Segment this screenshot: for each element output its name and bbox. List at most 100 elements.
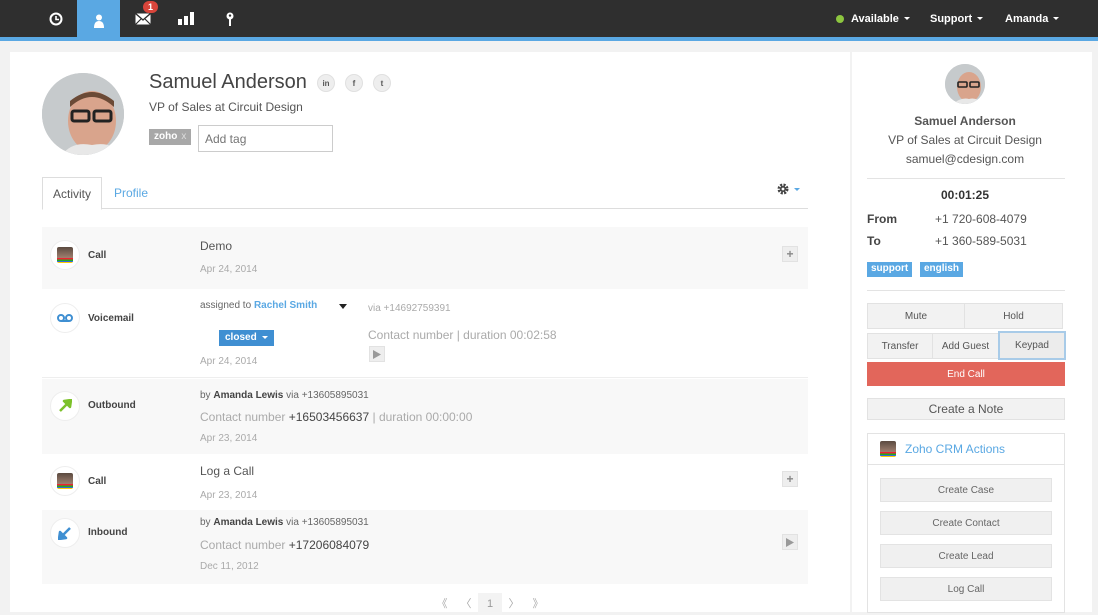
from-label: From (867, 212, 897, 226)
contact-label: Contact number (200, 410, 286, 424)
nav-reports[interactable] (164, 0, 207, 37)
activity-type: Outbound (88, 400, 136, 411)
from-number: +1 720-608-4079 (935, 212, 1027, 226)
contact-title: VP of Sales at Circuit Design (149, 100, 303, 114)
contact-name: Samuel Anderson (149, 71, 307, 93)
end-call-button[interactable]: End Call (867, 362, 1065, 386)
play-icon[interactable] (782, 534, 798, 550)
person-icon (93, 14, 104, 28)
outbound-arrow-icon (50, 391, 80, 421)
activity-row[interactable]: Voicemail assigned to Rachel Smith via +… (42, 289, 808, 378)
call-panel: Samuel Anderson VP of Sales at Circuit D… (852, 52, 1092, 613)
add-tag-input[interactable] (198, 125, 333, 152)
crm-title: Zoho CRM Actions (905, 442, 1006, 456)
activity-row[interactable]: Outbound by Amanda Lewis via +1360589503… (42, 379, 808, 454)
pin-icon (226, 12, 233, 26)
activity-row[interactable]: Call Log a Call Apr 23, 2014 + (42, 454, 808, 510)
transfer-button[interactable]: Transfer (867, 333, 933, 359)
activity-title: Demo (200, 239, 233, 253)
assignment: assigned to Rachel Smith (200, 300, 317, 311)
twitter-icon[interactable]: t (373, 74, 391, 92)
via-number: via +13605895031 (286, 390, 369, 401)
tab-profile[interactable]: Profile (104, 177, 158, 209)
nav-history[interactable] (34, 0, 77, 37)
activity-type: Call (88, 476, 107, 487)
caller-avatar (945, 64, 985, 104)
create-contact-button[interactable]: Create Contact (880, 511, 1052, 535)
activity-title: Log a Call (200, 464, 255, 478)
create-note-button[interactable]: Create a Note (867, 398, 1065, 420)
tab-activity[interactable]: Activity (42, 177, 103, 210)
divider (867, 290, 1065, 291)
activity-row[interactable]: Inbound by Amanda Lewis via +13605895031… (42, 510, 808, 584)
call-app-icon (50, 240, 80, 270)
agent-info: by Amanda Lewis via +13605895031 (200, 517, 369, 528)
nav-location[interactable] (208, 0, 251, 37)
avatar-photo-icon (945, 64, 985, 104)
log-call-button[interactable]: Log Call (880, 577, 1052, 601)
caret-down-icon (1053, 17, 1060, 20)
user-dropdown[interactable]: Amanda (1005, 0, 1060, 37)
caret-down-icon (794, 187, 800, 191)
assignee-dropdown-icon[interactable] (339, 304, 347, 309)
support-dropdown[interactable]: Support (930, 0, 984, 37)
via-number: via +14692759391 (368, 303, 451, 314)
crm-actions-panel: Zoho CRM Actions Create Case Create Cont… (867, 433, 1065, 613)
activity-type: Inbound (88, 527, 128, 538)
contact-duration: Contact number | duration 00:02:58 (368, 328, 557, 342)
activity-date: Apr 23, 2014 (200, 433, 258, 444)
accent-bar (0, 37, 1098, 41)
nav-contact[interactable] (77, 0, 120, 41)
activity-date: Dec 11, 2012 (200, 561, 259, 572)
settings-dropdown[interactable] (777, 183, 800, 195)
voicemail-icon (50, 303, 80, 333)
linkedin-icon[interactable]: in (317, 74, 335, 92)
activity-date: Apr 23, 2014 (200, 490, 258, 501)
play-icon[interactable] (369, 346, 385, 362)
caret-down-icon (261, 335, 268, 339)
to-label: To (867, 234, 881, 248)
main-panel: Samuel Anderson in f t VP of Sales at Ci… (10, 52, 850, 615)
create-lead-button[interactable]: Create Lead (880, 544, 1052, 568)
gear-icon (777, 183, 789, 195)
caret-down-icon (977, 17, 984, 20)
activity-row[interactable]: Call Demo Apr 24, 2014 + (42, 227, 808, 289)
agent-info: by Amanda Lewis via +13605895031 (200, 390, 369, 401)
status-dropdown[interactable]: Available (836, 0, 910, 37)
contact-avatar (42, 73, 124, 155)
hold-button[interactable]: Hold (964, 303, 1063, 329)
bar-chart-icon (177, 12, 194, 25)
inbound-arrow-icon (50, 518, 80, 548)
caller-name[interactable]: Samuel Anderson (852, 114, 1078, 128)
activity-type: Call (88, 250, 107, 261)
tag-chip: zoho x (149, 129, 192, 145)
add-icon[interactable]: + (782, 471, 798, 487)
activity-type: Voicemail (88, 313, 134, 324)
activity-date: Apr 24, 2014 (200, 356, 258, 367)
activity-date: Apr 24, 2014 (200, 264, 258, 275)
contact-label: Contact number (200, 538, 286, 552)
tag-label: zoho (154, 131, 178, 142)
status-dot-icon (836, 14, 844, 23)
mute-button[interactable]: Mute (867, 303, 965, 329)
caret-down-icon (903, 17, 910, 20)
contact-line: Contact number +17206084079 (200, 538, 369, 552)
call-tag[interactable]: support (867, 262, 913, 277)
clock-icon (49, 12, 62, 25)
nav-inbox[interactable]: 1 (121, 0, 164, 37)
assignee-link[interactable]: Rachel Smith (254, 300, 317, 311)
agent-name: Amanda Lewis (213, 390, 284, 401)
to-number: +1 360-589-5031 (935, 234, 1027, 248)
status-dropdown-closed[interactable]: closed (219, 330, 274, 346)
remove-tag-icon[interactable]: x (181, 131, 186, 142)
contact-number: +17206084079 (288, 538, 370, 552)
create-case-button[interactable]: Create Case (880, 478, 1052, 502)
add-icon[interactable]: + (782, 246, 798, 262)
zoho-crm-icon (880, 441, 896, 457)
keypad-button[interactable]: Keypad (998, 331, 1066, 360)
add-guest-button[interactable]: Add Guest (932, 333, 999, 359)
call-tag[interactable]: english (920, 262, 964, 277)
facebook-icon[interactable]: f (345, 74, 363, 92)
caller-email: samuel@cdesign.com (905, 152, 1025, 166)
inbox-badge: 1 (143, 1, 159, 13)
